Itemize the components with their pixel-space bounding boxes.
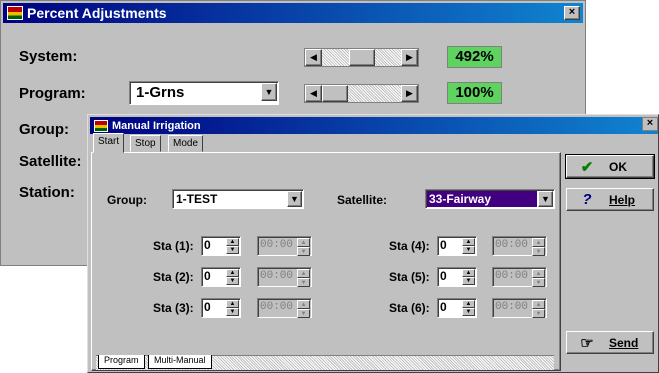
window-title: Manual Irrigation xyxy=(112,119,201,132)
program-select-value: 1-Grns xyxy=(136,84,185,101)
station-1-label: Sta (1): xyxy=(153,239,194,253)
chevron-down-icon[interactable]: ▼ xyxy=(287,191,302,207)
spin-arrows-icon[interactable]: ▲ ▼ xyxy=(532,269,545,287)
satellite-label: Satellite: xyxy=(19,153,82,170)
send-button[interactable]: ☞ Send xyxy=(566,331,654,354)
satellite-label: Satellite: xyxy=(337,193,388,207)
app-icon xyxy=(7,6,23,20)
tab-program[interactable]: Program xyxy=(98,355,145,369)
tab-start[interactable]: Start xyxy=(93,133,125,153)
spin-arrows-icon[interactable]: ▲ ▼ xyxy=(297,269,310,287)
question-mark-icon: ? xyxy=(582,191,592,208)
station-label: Station: xyxy=(19,184,75,201)
spin-arrows-icon[interactable]: ▲ ▼ xyxy=(297,238,310,256)
group-select-value: 1-TEST xyxy=(176,192,218,206)
station-4-label: Sta (4): xyxy=(389,239,430,253)
station-4-time-value: 00:00 xyxy=(495,239,529,251)
tab-stop[interactable]: Stop xyxy=(130,135,161,152)
spin-arrows-icon[interactable]: ▲ ▼ xyxy=(532,238,545,256)
pointing-hand-icon: ☞ xyxy=(580,334,594,352)
group-label: Group: xyxy=(107,193,147,207)
spin-arrows-icon[interactable]: ▲ ▼ xyxy=(297,300,310,318)
spin-arrows-icon[interactable]: ▲ ▼ xyxy=(462,269,475,285)
scroll-right-arrow-icon[interactable]: ▶ xyxy=(401,49,418,66)
satellite-select-value: 33-Fairway xyxy=(427,191,537,207)
spin-arrows-icon[interactable]: ▲ ▼ xyxy=(226,300,239,316)
station-5-time-value: 00:00 xyxy=(495,270,529,282)
station-3-stepper[interactable]: 0 ▲ ▼ xyxy=(201,298,241,318)
station-1-stepper[interactable]: 0 ▲ ▼ xyxy=(201,236,241,256)
station-2-time[interactable]: 00:00 ▲ ▼ xyxy=(257,267,312,287)
program-percent-value: 100% xyxy=(447,82,502,104)
chevron-down-icon[interactable]: ▼ xyxy=(538,191,553,207)
station-4-stepper[interactable]: 0 ▲ ▼ xyxy=(437,236,477,256)
group-label: Group: xyxy=(19,121,69,138)
manual-irrigation-titlebar[interactable]: Manual Irrigation xyxy=(90,117,658,134)
program-label: Program: xyxy=(19,85,86,102)
group-select[interactable]: 1-TEST ▼ xyxy=(172,189,304,209)
spin-arrows-icon[interactable]: ▲ ▼ xyxy=(226,238,239,254)
system-label: System: xyxy=(19,48,78,65)
station-1-time[interactable]: 00:00 ▲ ▼ xyxy=(257,236,312,256)
station-6-time[interactable]: 00:00 ▲ ▼ xyxy=(492,298,547,318)
station-3-time[interactable]: 00:00 ▲ ▼ xyxy=(257,298,312,318)
station-5-time[interactable]: 00:00 ▲ ▼ xyxy=(492,267,547,287)
checkmark-icon: ✔ xyxy=(580,158,594,176)
station-6-time-value: 00:00 xyxy=(495,301,529,313)
program-select[interactable]: 1-Grns ▼ xyxy=(129,81,279,105)
scroll-left-arrow-icon[interactable]: ◀ xyxy=(305,49,322,66)
start-tab-panel: Group: 1-TEST ▼ Satellite: 33-Fairway ▼ … xyxy=(91,152,561,371)
station-3-time-value: 00:00 xyxy=(260,301,294,313)
tab-mode[interactable]: Mode xyxy=(168,135,204,152)
scroll-thumb[interactable] xyxy=(349,49,375,66)
spin-arrows-icon[interactable]: ▲ ▼ xyxy=(462,238,475,254)
spin-arrows-icon[interactable]: ▲ ▼ xyxy=(226,269,239,285)
program-percent-scrollbar[interactable]: ◀ ▶ xyxy=(304,84,419,103)
station-4-value: 0 xyxy=(440,238,447,252)
percent-adjustments-titlebar[interactable]: Percent Adjustments × xyxy=(3,3,583,23)
station-1-time-value: 00:00 xyxy=(260,239,294,251)
station-6-stepper[interactable]: 0 ▲ ▼ xyxy=(437,298,477,318)
close-button[interactable]: × xyxy=(642,117,658,131)
app-icon xyxy=(94,119,108,132)
scroll-right-arrow-icon[interactable]: ▶ xyxy=(401,85,418,102)
station-1-value: 0 xyxy=(204,238,211,252)
spin-arrows-icon[interactable]: ▲ ▼ xyxy=(462,300,475,316)
station-5-label: Sta (5): xyxy=(389,270,430,284)
ok-button[interactable]: ✔ OK xyxy=(565,154,655,179)
station-3-value: 0 xyxy=(204,300,211,314)
send-label: Send xyxy=(609,335,639,350)
station-5-value: 0 xyxy=(440,269,447,283)
help-button[interactable]: ? Help xyxy=(566,188,654,211)
station-2-value: 0 xyxy=(204,269,211,283)
station-3-label: Sta (3): xyxy=(153,301,194,315)
station-2-label: Sta (2): xyxy=(153,270,194,284)
spin-arrows-icon[interactable]: ▲ ▼ xyxy=(532,300,545,318)
satellite-select[interactable]: 33-Fairway ▼ xyxy=(425,189,555,209)
chevron-down-icon[interactable]: ▼ xyxy=(261,83,277,101)
station-6-label: Sta (6): xyxy=(389,301,430,315)
window-title: Percent Adjustments xyxy=(27,5,167,21)
station-6-value: 0 xyxy=(440,300,447,314)
system-percent-scrollbar[interactable]: ◀ ▶ xyxy=(304,48,419,67)
station-2-time-value: 00:00 xyxy=(260,270,294,282)
station-5-stepper[interactable]: 0 ▲ ▼ xyxy=(437,267,477,287)
scroll-left-arrow-icon[interactable]: ◀ xyxy=(305,85,322,102)
bottom-tab-strip: Program Multi-Manual xyxy=(96,355,554,370)
manual-irrigation-window: Manual Irrigation × Start Stop Mode Grou… xyxy=(87,114,659,373)
station-2-stepper[interactable]: 0 ▲ ▼ xyxy=(201,267,241,287)
station-4-time[interactable]: 00:00 ▲ ▼ xyxy=(492,236,547,256)
help-label: Help xyxy=(609,192,636,207)
tab-multi-manual[interactable]: Multi-Manual xyxy=(148,355,212,369)
scroll-thumb[interactable] xyxy=(322,85,348,102)
system-percent-value: 492% xyxy=(447,46,502,68)
ok-label: OK xyxy=(609,159,627,174)
close-button[interactable]: × xyxy=(564,6,580,20)
